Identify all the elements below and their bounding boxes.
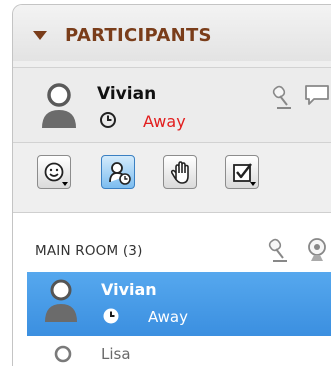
- emoticon-button[interactable]: [37, 155, 71, 189]
- participant-name: Lisa: [101, 345, 131, 363]
- my-status-section: Vivian Away: [13, 67, 331, 143]
- user-avatar-icon: [42, 83, 76, 128]
- poll-answer-button[interactable]: [225, 155, 259, 189]
- raise-hand-button[interactable]: [163, 155, 197, 189]
- participants-panel: PARTICIPANTS Vivian Away MAIN ROOM (3) V…: [12, 4, 331, 366]
- room-section: MAIN ROOM (3) Vivian Away Lisa: [13, 212, 331, 366]
- webcam-icon[interactable]: [305, 237, 329, 263]
- participant-row[interactable]: Lisa: [27, 337, 331, 366]
- microphone-icon[interactable]: [267, 237, 289, 263]
- triangle-down-icon[interactable]: [33, 31, 47, 40]
- participant-name: Vivian: [101, 280, 157, 299]
- microphone-icon[interactable]: [271, 84, 293, 110]
- user-avatar-icon: [54, 345, 72, 363]
- clock-icon: [103, 308, 119, 324]
- participant-row[interactable]: Vivian Away: [27, 272, 331, 336]
- panel-title: PARTICIPANTS: [65, 25, 212, 46]
- away-status-icon: [109, 162, 131, 185]
- user-avatar-icon: [45, 279, 77, 322]
- participant-status: Away: [148, 308, 188, 326]
- room-label: MAIN ROOM (3): [35, 243, 143, 259]
- my-status-text: Away: [143, 112, 186, 131]
- status-toolbar: [13, 144, 331, 206]
- away-status-button[interactable]: [101, 155, 135, 189]
- dropdown-caret-icon: [62, 182, 68, 186]
- chat-bubble-icon[interactable]: [303, 83, 331, 107]
- my-name: Vivian: [97, 84, 157, 104]
- panel-header[interactable]: PARTICIPANTS: [13, 5, 331, 61]
- raise-hand-icon: [170, 161, 189, 184]
- clock-icon: [100, 112, 116, 128]
- dropdown-caret-icon: [250, 182, 256, 186]
